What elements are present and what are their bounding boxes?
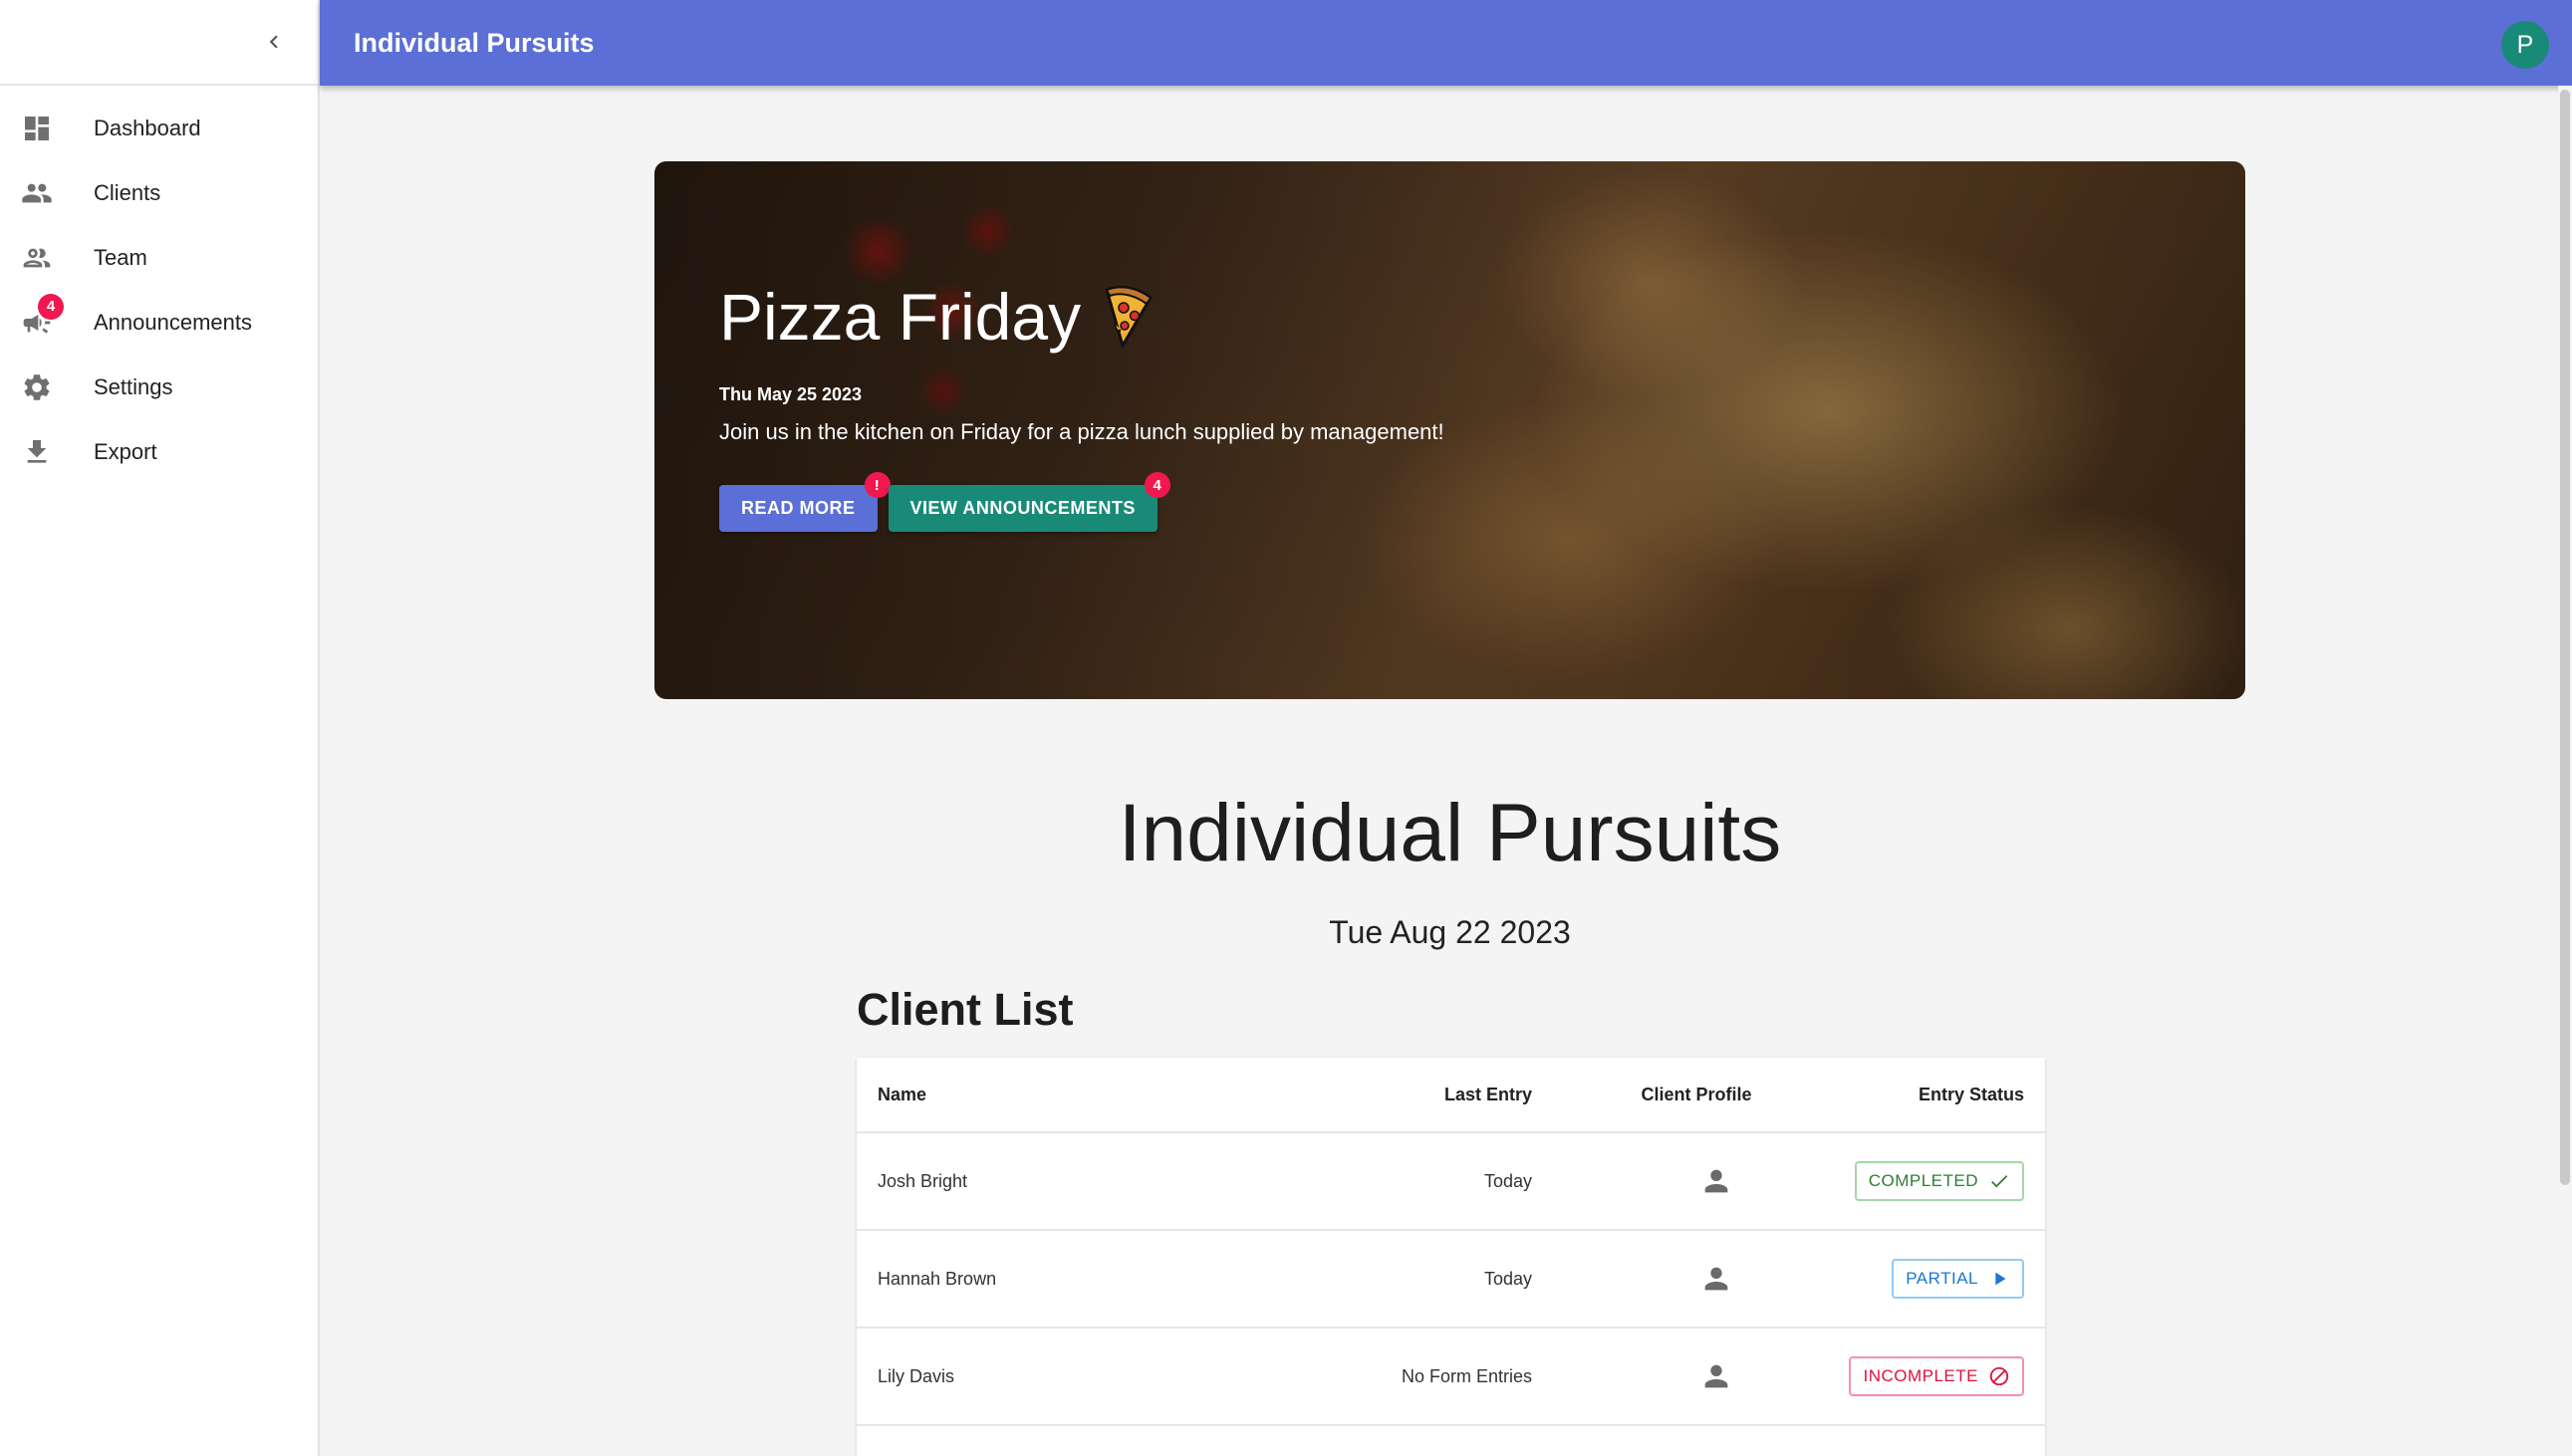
status-badge-completed[interactable]: COMPLETED	[1854, 1161, 2024, 1201]
last-entry: No Form Entries	[1401, 1365, 1532, 1386]
status-label: PARTIAL	[1906, 1269, 1978, 1288]
page-title: Individual Pursuits	[1118, 788, 1782, 878]
person-icon[interactable]	[1699, 1359, 1733, 1393]
chevron-left-icon	[269, 35, 278, 49]
status-label: INCOMPLETE	[1863, 1366, 1978, 1385]
dashboard-icon	[20, 112, 54, 145]
column-header-client-profile[interactable]: Client Profile	[1532, 1085, 1831, 1105]
sidebar: Dashboard Clients Team 4 Announcements S…	[0, 0, 320, 1456]
play-icon	[1995, 1272, 2006, 1286]
last-entry: Today	[1483, 1170, 1532, 1191]
megaphone-icon: 4	[20, 293, 64, 340]
check-icon	[1991, 1175, 2008, 1188]
user-avatar[interactable]: P	[2501, 21, 2549, 69]
people-icon	[20, 176, 54, 210]
sidebar-item-label: Dashboard	[94, 115, 201, 140]
client-list-title: Client List	[857, 984, 1074, 1035]
client-table: Name Last Entry Client Profile Entry Sta…	[857, 1058, 2045, 1456]
sidebar-item-label: Settings	[94, 373, 173, 399]
table-row[interactable]: Hannah Brown Today PARTIAL	[857, 1231, 2045, 1329]
status-badge-partial[interactable]: PARTIAL	[1892, 1259, 2024, 1299]
view-announcements-button[interactable]: VIEW ANNOUNCEMENTS 4	[888, 472, 1170, 532]
sidebar-item-team[interactable]: Team	[0, 225, 318, 290]
status-badge-incomplete[interactable]: INCOMPLETE	[1849, 1356, 2024, 1396]
banner-title-text: Pizza Friday	[719, 280, 1082, 354]
entry-status-cell: INCOMPLETE	[1831, 1356, 2045, 1396]
banner-actions: READ MORE ! VIEW ANNOUNCEMENTS 4	[719, 472, 1444, 532]
status-label: COMPLETED	[1868, 1171, 1978, 1190]
view-announcements-badge: 4	[1144, 472, 1170, 498]
sidebar-item-label: Announcements	[94, 309, 252, 335]
read-more-badge: !	[864, 472, 891, 498]
column-header-last-entry[interactable]: Last Entry	[1235, 1085, 1532, 1105]
entry-status-cell: PARTIAL	[1831, 1259, 2045, 1299]
view-announcements-label: VIEW ANNOUNCEMENTS	[909, 498, 1136, 518]
person-icon[interactable]	[1699, 1262, 1733, 1296]
client-name: Josh Bright	[878, 1170, 968, 1191]
column-header-entry-status[interactable]: Entry Status	[1831, 1085, 2045, 1105]
page-date: Tue Aug 22 2023	[1329, 914, 1571, 950]
client-name: Lily Davis	[878, 1365, 955, 1386]
sidebar-item-export[interactable]: Export	[0, 419, 318, 484]
client-profile-cell	[1532, 1164, 1831, 1198]
entry-status-cell: COMPLETED	[1831, 1161, 2045, 1201]
download-icon	[20, 435, 54, 469]
sidebar-item-label: Export	[94, 438, 157, 464]
pizza-icon	[1105, 285, 1154, 350]
column-header-name[interactable]: Name	[857, 1085, 1235, 1105]
sidebar-nav: Dashboard Clients Team 4 Announcements S…	[0, 86, 318, 484]
table-header: Name Last Entry Client Profile Entry Sta…	[857, 1058, 2045, 1133]
table-row[interactable]: Josh Bright Today COMPLETED	[857, 1133, 2045, 1231]
block-icon	[1989, 1366, 2009, 1386]
app-bar: Individual Pursuits P	[320, 0, 2572, 86]
announcement-banner: Pizza Friday Thu May 25 2023 Join us in …	[654, 161, 2245, 699]
banner-date: Thu May 25 2023	[719, 384, 863, 404]
group-outline-icon	[20, 241, 54, 275]
collapse-sidebar-button[interactable]	[254, 22, 294, 62]
last-entry: Today	[1483, 1268, 1532, 1289]
read-more-button[interactable]: READ MORE !	[719, 472, 891, 532]
sidebar-item-label: Team	[94, 244, 147, 270]
sidebar-item-label: Clients	[94, 179, 161, 205]
sidebar-item-announcements[interactable]: 4 Announcements	[0, 290, 318, 355]
scrollbar-thumb[interactable]	[2560, 90, 2570, 1185]
read-more-label: READ MORE	[741, 498, 856, 518]
client-profile-cell	[1532, 1262, 1831, 1296]
gear-icon	[20, 370, 54, 404]
banner-description: Join us in the kitchen on Friday for a p…	[719, 419, 1444, 444]
banner-content: Pizza Friday Thu May 25 2023 Join us in …	[719, 279, 1444, 532]
sidebar-item-clients[interactable]: Clients	[0, 160, 318, 225]
sidebar-item-dashboard[interactable]: Dashboard	[0, 96, 318, 160]
sidebar-header	[0, 0, 318, 86]
sidebar-item-settings[interactable]: Settings	[0, 355, 318, 419]
person-icon[interactable]	[1699, 1164, 1733, 1198]
announcements-badge: 4	[38, 293, 64, 320]
client-name: Hannah Brown	[878, 1268, 997, 1289]
banner-title: Pizza Friday	[719, 279, 1444, 355]
table-row[interactable]: Lily Davis No Form Entries INCOMPLETE	[857, 1329, 2045, 1426]
app-title: Individual Pursuits	[354, 27, 595, 58]
client-profile-cell	[1532, 1359, 1831, 1393]
